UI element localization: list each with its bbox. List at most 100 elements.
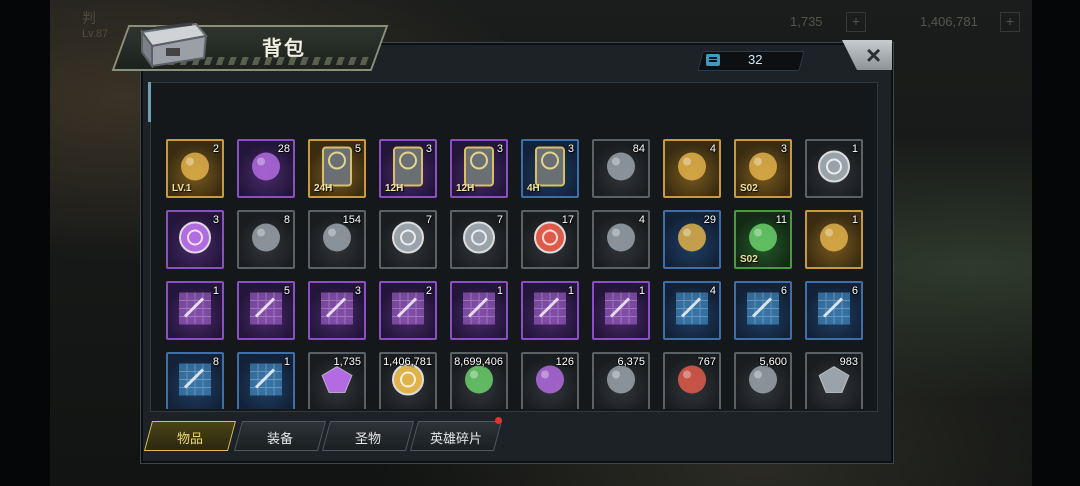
inventory-slot[interactable]: 983 <box>805 352 863 409</box>
background-currency-2: 1,406,781 <box>920 14 978 29</box>
inventory-slot[interactable]: 1,735 <box>308 352 366 409</box>
purple-hat-blueprint-icon <box>601 288 641 333</box>
item-count: 5,600 <box>759 356 787 368</box>
blue-boots-blueprint-icon <box>672 288 712 333</box>
inventory-slot[interactable]: 3 12H <box>450 139 508 198</box>
item-count: 3 <box>425 143 432 155</box>
blue-sword-blueprint-icon <box>743 288 783 333</box>
blue-hat-blueprint-icon <box>246 359 286 404</box>
inventory-slot[interactable]: 4 <box>592 210 650 269</box>
inventory-slot[interactable]: 1 <box>592 281 650 340</box>
item-count: 8 <box>283 214 290 226</box>
tab-relics-label[interactable]: 圣物 <box>326 428 410 447</box>
rabbit-toy-icon <box>673 147 711 190</box>
notification-dot <box>495 417 502 424</box>
purple-gun-blueprint-icon <box>317 288 357 333</box>
inventory-slot[interactable]: 1 <box>805 139 863 198</box>
inventory-slot[interactable]: 28 <box>237 139 295 198</box>
item-count: 1 <box>212 285 219 297</box>
inventory-slot[interactable]: 1 <box>805 210 863 269</box>
item-badge: 4H <box>527 183 540 194</box>
inventory-slot[interactable]: 1,406,781 <box>379 352 437 409</box>
inventory-slot[interactable]: 3 <box>166 210 224 269</box>
item-count: 3 <box>780 143 787 155</box>
purple-shirt-blueprint-icon <box>175 288 215 333</box>
background-player-name: 判 <box>82 10 96 26</box>
item-count: 3 <box>212 214 219 226</box>
item-count: 29 <box>703 214 716 226</box>
item-count: 6 <box>851 285 858 297</box>
b-coin-icon <box>460 218 498 261</box>
purple-shirt-blueprint-icon <box>246 288 286 333</box>
inventory-slot[interactable]: 3 S02 <box>734 139 792 198</box>
scrollbar[interactable] <box>148 82 151 122</box>
inventory-slot[interactable]: 6 <box>734 281 792 340</box>
item-count: 1 <box>283 356 290 368</box>
item-count: 3 <box>354 285 361 297</box>
tab-items-label[interactable]: 物品 <box>148 428 232 447</box>
item-count: 983 <box>839 356 858 368</box>
item-count: 3 <box>496 143 503 155</box>
item-count: 154 <box>342 214 361 226</box>
inventory-slot[interactable]: 3 4H <box>521 139 579 198</box>
purple-gem-icon <box>319 363 355 400</box>
item-count: 28 <box>277 143 290 155</box>
item-count: 8 <box>212 356 219 368</box>
item-count: 767 <box>697 356 716 368</box>
background-currency-1: 1,735 <box>790 14 823 29</box>
item-count: 3 <box>567 143 574 155</box>
inventory-slot[interactable]: 29 <box>663 210 721 269</box>
blue-gun-blueprint-icon <box>814 288 854 333</box>
background-plus-icon: + <box>1000 12 1020 32</box>
inventory-slot[interactable]: 4 <box>663 281 721 340</box>
letterbox-left <box>0 0 50 486</box>
tab-hero-shards-label[interactable]: 英雄碎片 <box>414 428 498 447</box>
pink-token-icon <box>815 147 853 190</box>
inventory-slot[interactable]: 7 <box>379 210 437 269</box>
inventory-slot[interactable]: 5 24H <box>308 139 366 198</box>
inventory-slot[interactable]: 17 <box>521 210 579 269</box>
inventory-slot[interactable]: 6,375 <box>592 352 650 409</box>
item-badge: 24H <box>314 183 333 194</box>
inventory-slot[interactable]: 4 <box>663 139 721 198</box>
capacity-value: 32 <box>748 52 763 67</box>
inventory-slot[interactable]: 5,600 <box>734 352 792 409</box>
item-count: 1 <box>638 285 645 297</box>
inventory-slot[interactable]: 8 <box>237 210 295 269</box>
item-badge: S02 <box>740 183 758 194</box>
purple-sword-blueprint-icon <box>530 288 570 333</box>
item-count: 4 <box>709 285 716 297</box>
item-count: 5 <box>283 285 290 297</box>
item-count: 6,375 <box>617 356 645 368</box>
inventory-slot[interactable]: 154 <box>308 210 366 269</box>
inventory-slot[interactable]: 5 <box>237 281 295 340</box>
inventory-slot[interactable]: 1 <box>450 281 508 340</box>
letterbox-right <box>1032 0 1080 486</box>
inventory-slot[interactable]: 2 LV.1 <box>166 139 224 198</box>
item-count: 2 <box>212 143 219 155</box>
inventory-slot[interactable]: 7 <box>450 210 508 269</box>
inventory-slot[interactable]: 126 <box>521 352 579 409</box>
inventory-slot[interactable]: 3 12H <box>379 139 437 198</box>
item-count: 126 <box>555 356 574 368</box>
item-count: 84 <box>632 143 645 155</box>
inventory-slot[interactable]: 6 <box>805 281 863 340</box>
item-count: 1 <box>851 214 858 226</box>
inventory-slot[interactable]: 84 <box>592 139 650 198</box>
inventory-slot[interactable]: 767 <box>663 352 721 409</box>
inventory-slot[interactable]: 11 S02 <box>734 210 792 269</box>
inventory-slot[interactable]: 8 <box>166 352 224 409</box>
inventory-slot[interactable]: 1 <box>237 352 295 409</box>
poker-chip-icon <box>176 218 214 261</box>
item-count: 17 <box>561 214 574 226</box>
inventory-slot[interactable]: 1 <box>521 281 579 340</box>
inventory-slot[interactable]: 1 <box>166 281 224 340</box>
item-badge: LV.1 <box>172 183 192 194</box>
inventory-slot[interactable]: 8,699,406 <box>450 352 508 409</box>
item-count: 2 <box>425 285 432 297</box>
close-icon[interactable]: × <box>866 40 881 70</box>
tab-equipment-label[interactable]: 装备 <box>238 428 322 447</box>
item-count: 7 <box>425 214 432 226</box>
inventory-slot[interactable]: 2 <box>379 281 437 340</box>
inventory-slot[interactable]: 3 <box>308 281 366 340</box>
